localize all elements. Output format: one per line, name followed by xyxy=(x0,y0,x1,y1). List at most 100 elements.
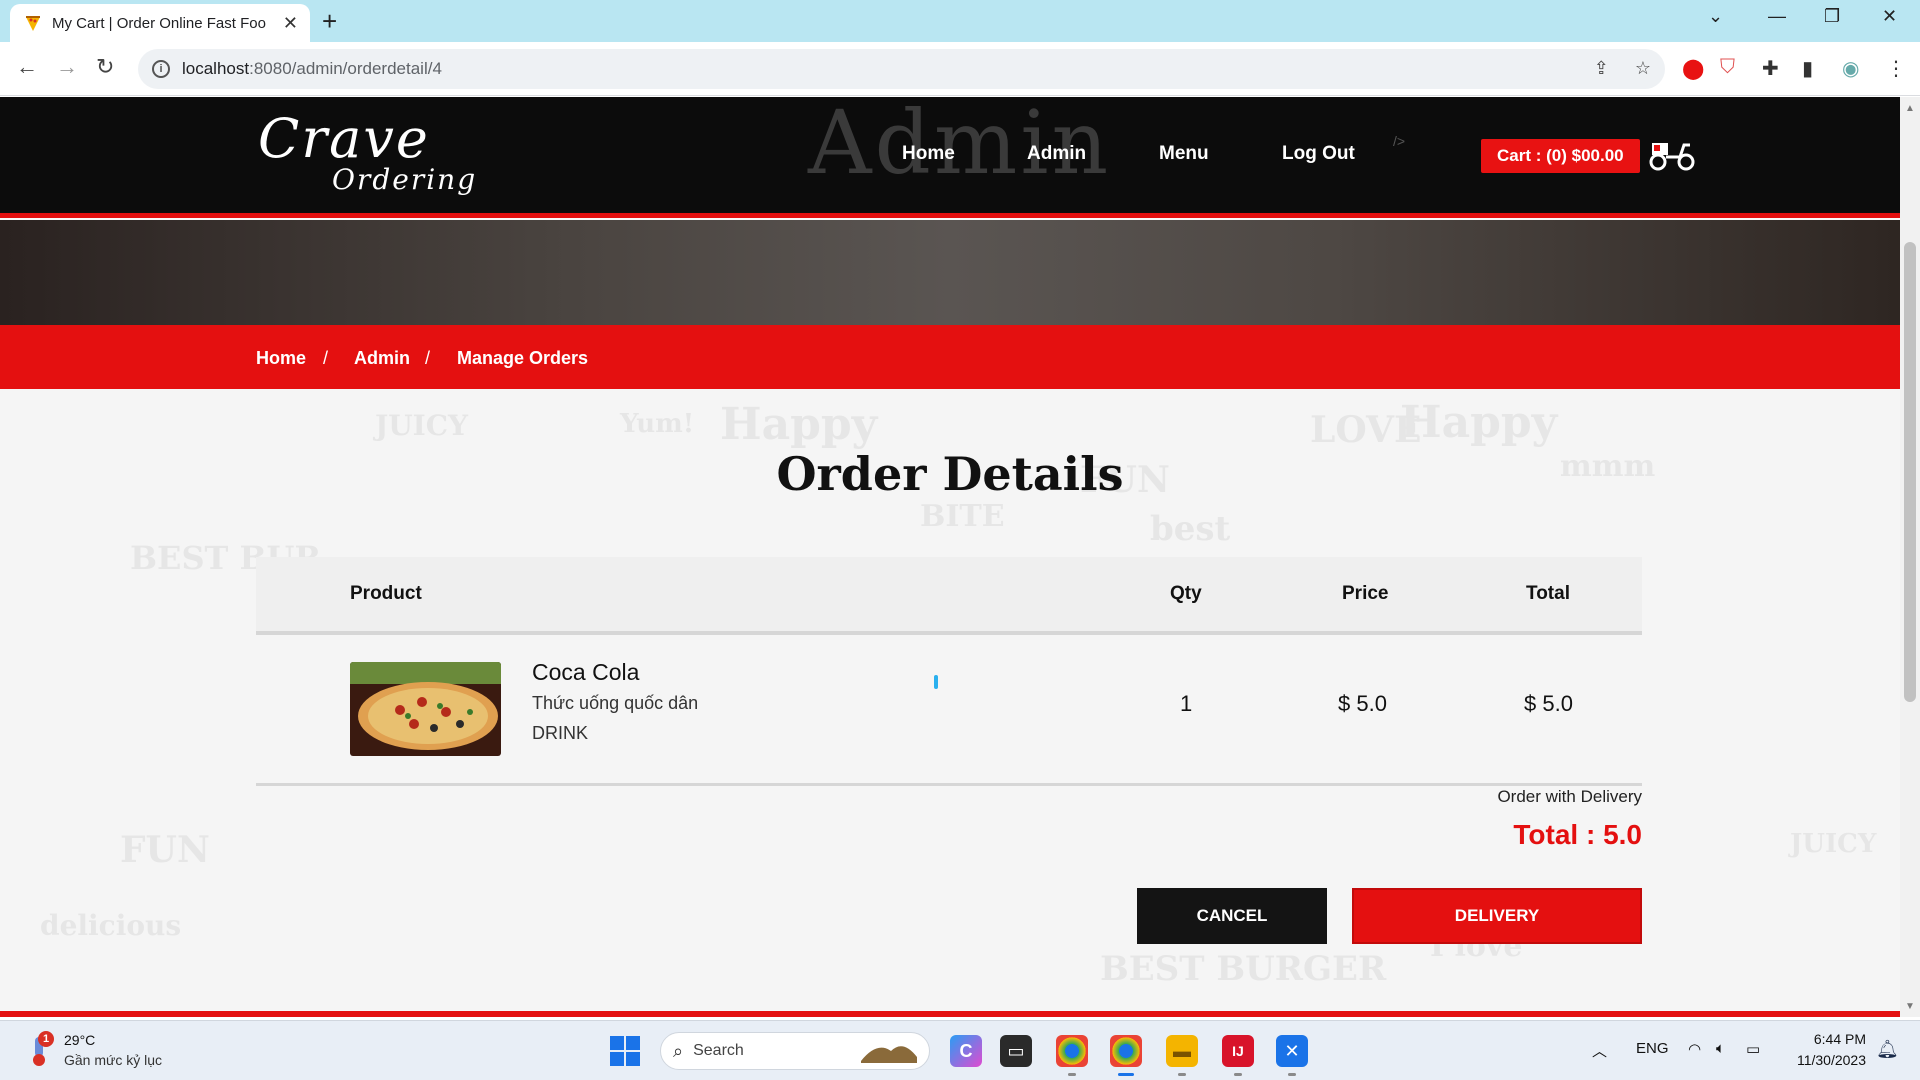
reload-icon[interactable]: ↻ xyxy=(96,54,114,80)
doodle-text: delicious xyxy=(40,909,182,942)
file-explorer-icon[interactable]: ▬ xyxy=(1166,1035,1198,1067)
browser-tab[interactable]: My Cart | Order Online Fast Foo ✕ xyxy=(10,4,310,42)
product-description: Thức uống quốc dân xyxy=(532,693,699,713)
pizza-image-icon xyxy=(350,662,501,756)
language-indicator[interactable]: ENG xyxy=(1636,1040,1669,1057)
clock-time[interactable]: 6:44 PM xyxy=(1776,1031,1866,1047)
column-header-price: Price xyxy=(1342,583,1389,604)
doodle-text: Happy xyxy=(1400,397,1558,448)
site-info-icon[interactable]: i xyxy=(152,60,170,78)
tab-search-chevron-icon[interactable]: ⌄ xyxy=(1708,6,1723,27)
column-header-qty: Qty xyxy=(1170,583,1202,604)
profile-avatar[interactable]: ◉ xyxy=(1842,56,1859,81)
hero-banner xyxy=(0,220,1900,328)
browser-menu-icon[interactable]: ⋮ xyxy=(1886,56,1906,81)
breadcrumb-manage-orders[interactable]: Manage Orders xyxy=(457,348,588,369)
new-tab-icon[interactable]: + xyxy=(322,6,337,36)
delivery-button[interactable]: DELIVERY xyxy=(1352,888,1642,944)
opera-extension-icon[interactable]: ⬤ xyxy=(1682,56,1704,81)
restore-icon[interactable]: ❐ xyxy=(1824,6,1840,27)
weather-temperature[interactable]: 29°C xyxy=(64,1032,95,1048)
cancel-button[interactable]: CANCEL xyxy=(1137,888,1327,944)
nav-menu[interactable]: Menu xyxy=(1159,143,1209,165)
forward-icon[interactable]: → xyxy=(56,54,78,80)
doodle-text: JUICY xyxy=(1790,829,1877,859)
address-bar[interactable]: i localhost :8080/admin/orderdetail/4 ⇪ … xyxy=(138,49,1665,89)
wifi-icon[interactable]: ◠ xyxy=(1688,1040,1701,1058)
close-window-icon[interactable]: ✕ xyxy=(1882,6,1897,27)
clock-date[interactable]: 11/30/2023 xyxy=(1776,1052,1866,1068)
back-icon[interactable]: ← xyxy=(16,54,38,80)
scroll-down-icon[interactable]: ▼ xyxy=(1905,1001,1915,1012)
extensions-puzzle-icon[interactable]: ✚ xyxy=(1762,56,1779,81)
nav-logout[interactable]: Log Out xyxy=(1282,143,1355,165)
minimize-icon[interactable]: — xyxy=(1768,6,1786,27)
delivery-scooter-icon[interactable] xyxy=(1648,135,1696,171)
row-total: $ 5.0 xyxy=(1524,691,1573,716)
copilot-app-icon[interactable]: C xyxy=(950,1035,982,1067)
task-view-icon[interactable]: ▭ xyxy=(1000,1035,1032,1067)
notification-bell-icon[interactable]: 🔔︎ xyxy=(1876,1039,1899,1060)
cart-button[interactable]: Cart : (0) $00.00 xyxy=(1481,139,1640,173)
url-path: :8080/admin/orderdetail/4 xyxy=(249,59,442,78)
shield-extension-icon[interactable]: ⛉ xyxy=(1720,56,1735,79)
product-category: DRINK xyxy=(532,723,589,743)
breadcrumb-separator: / xyxy=(323,348,329,368)
tab-close-icon[interactable]: ✕ xyxy=(283,13,298,34)
row-divider xyxy=(256,783,1642,786)
search-highlight-icon xyxy=(861,1046,917,1063)
page-scrollbar[interactable]: ▲ ▼ xyxy=(1900,97,1920,1017)
volume-icon[interactable]: 🔈︎ xyxy=(1716,1040,1725,1057)
doodle-text: Happy xyxy=(720,399,878,450)
scrollbar-thumb[interactable] xyxy=(1904,242,1916,702)
breadcrumb: Home / Admin / Manage Orders xyxy=(0,329,1900,389)
product-name: Coca Cola xyxy=(532,659,640,685)
taskbar: 1 29°C Gần mức kỷ lục ⌕ Search C ▭ ▬ IJ … xyxy=(0,1020,1920,1080)
logo-crave[interactable]: Crave xyxy=(258,107,430,170)
doodle-text: BEST BURGER xyxy=(1100,949,1387,989)
page-viewport: Admin Crave Ordering Home Admin Menu Log… xyxy=(0,97,1900,1017)
product-image xyxy=(350,662,501,756)
doodle-text: best xyxy=(1150,509,1231,549)
column-header-total: Total xyxy=(1526,583,1570,604)
app-running-indicator xyxy=(1288,1073,1296,1076)
scroll-up-icon[interactable]: ▲ xyxy=(1905,103,1915,114)
search-icon: ⌕ xyxy=(673,1040,684,1061)
side-panel-icon[interactable]: ▮ xyxy=(1802,56,1813,81)
browser-tab-bar: My Cart | Order Online Fast Foo ✕ + ⌄ — … xyxy=(0,0,1920,42)
tab-title: My Cart | Order Online Fast Foo xyxy=(52,14,266,32)
bookmark-star-icon[interactable]: ☆ xyxy=(1635,58,1651,79)
nav-home[interactable]: Home xyxy=(902,143,955,165)
delivery-note: Order with Delivery xyxy=(1497,787,1642,806)
taskbar-search[interactable]: ⌕ Search xyxy=(660,1032,930,1070)
app-running-indicator xyxy=(1178,1073,1186,1076)
battery-icon[interactable]: ▭ xyxy=(1746,1040,1760,1058)
share-icon[interactable]: ⇪ xyxy=(1594,58,1609,79)
browser-toolbar: ← → ↻ i localhost :8080/admin/orderdetai… xyxy=(0,42,1920,96)
page-title: Order Details xyxy=(776,447,1124,501)
site-header: Admin Crave Ordering Home Admin Menu Log… xyxy=(0,97,1900,215)
show-hidden-icons-chevron-icon[interactable]: ︿ xyxy=(1592,1040,1607,1061)
row-qty: 1 xyxy=(1180,691,1193,716)
app-running-indicator xyxy=(1068,1073,1076,1076)
breadcrumb-admin[interactable]: Admin xyxy=(354,348,410,369)
row-price: $ 5.0 xyxy=(1338,691,1387,716)
stray-markup-text: /> xyxy=(1393,133,1406,149)
vscode-app-icon[interactable]: ✕ xyxy=(1276,1035,1308,1067)
doodle-text: JUICY xyxy=(375,409,469,442)
text-cursor-icon xyxy=(934,675,938,689)
windows-start-icon[interactable] xyxy=(610,1036,640,1066)
weather-description[interactable]: Gần mức kỷ lục xyxy=(64,1052,162,1068)
chrome-dev-app-icon[interactable] xyxy=(1056,1035,1088,1067)
doodle-text: Yum! xyxy=(620,409,695,439)
logo-ordering[interactable]: Ordering xyxy=(332,163,477,196)
search-label: Search xyxy=(693,1042,744,1059)
nav-admin[interactable]: Admin xyxy=(1027,143,1086,165)
intellij-app-icon[interactable]: IJ xyxy=(1222,1035,1254,1067)
doodle-text: FUN xyxy=(120,829,210,871)
chrome-app-icon[interactable] xyxy=(1110,1035,1142,1067)
app-active-indicator xyxy=(1118,1073,1134,1076)
footer-red-border xyxy=(0,1011,1900,1017)
grand-total: Total : 5.0 xyxy=(1513,819,1642,850)
breadcrumb-home[interactable]: Home xyxy=(256,348,306,369)
